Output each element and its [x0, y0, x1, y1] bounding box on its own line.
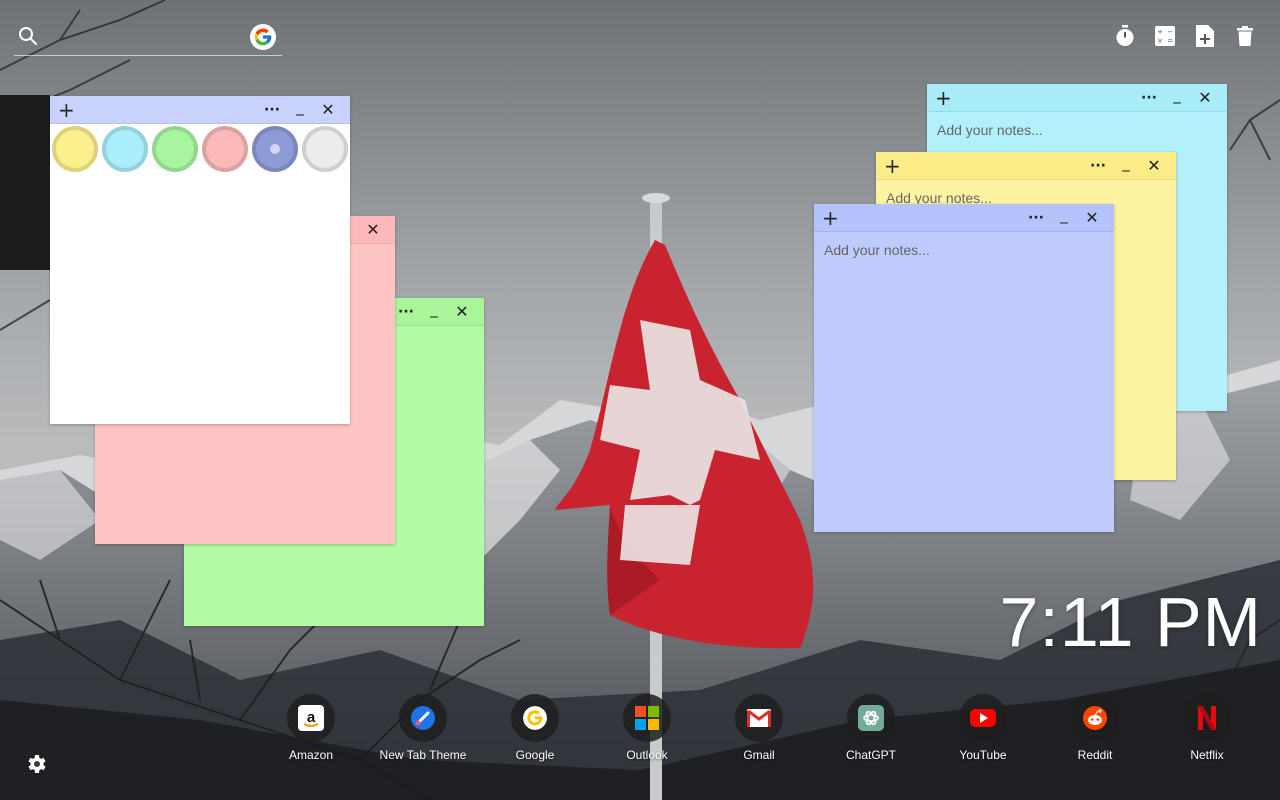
sticky-note-periwinkle[interactable]: + ··· _ ✕ Add your notes...: [814, 204, 1114, 532]
toolbar: + − × =: [1114, 24, 1256, 48]
note-close-button[interactable]: ✕: [1140, 156, 1168, 175]
outlook-icon: [623, 694, 671, 742]
add-note-button[interactable]: +: [935, 88, 955, 108]
note-menu-button[interactable]: ···: [258, 102, 286, 118]
add-note-button[interactable]: +: [884, 156, 904, 176]
note-minimize-button[interactable]: _: [1163, 86, 1191, 104]
note-close-button[interactable]: ✕: [314, 100, 342, 119]
chatgpt-icon: [847, 694, 895, 742]
shortcut-netflix[interactable]: Netflix: [1151, 694, 1263, 762]
youtube-icon: [959, 694, 1007, 742]
add-note-button[interactable]: +: [58, 100, 78, 120]
note-minimize-button[interactable]: _: [286, 98, 314, 116]
new-tab-theme-icon: [399, 694, 447, 742]
svg-text:+: +: [1157, 28, 1163, 36]
google-icon: [511, 694, 559, 742]
shortcut-label: Google: [515, 748, 555, 762]
svg-text:a: a: [307, 709, 316, 726]
shortcut-label: Outlook: [626, 748, 668, 762]
note-header: + ··· _ ✕: [927, 84, 1227, 112]
color-swatch-periwinkle[interactable]: [252, 126, 298, 172]
search-input[interactable]: [48, 24, 248, 50]
color-swatch-gray[interactable]: [302, 126, 348, 172]
trash-icon[interactable]: [1234, 24, 1256, 48]
add-note-button[interactable]: +: [822, 208, 842, 228]
search-bar: [14, 22, 282, 56]
selected-indicator: [270, 144, 280, 154]
reddit-icon: [1071, 694, 1119, 742]
note-minimize-button[interactable]: _: [420, 300, 448, 318]
shortcut-chatgpt[interactable]: ChatGPT: [815, 694, 927, 762]
shortcut-youtube[interactable]: YouTube: [927, 694, 1039, 762]
note-close-button[interactable]: ✕: [1078, 208, 1106, 227]
note-text-area[interactable]: Add your notes...: [927, 112, 1227, 148]
google-search-icon[interactable]: [250, 24, 276, 50]
shortcut-new-tab-theme[interactable]: New Tab Theme: [367, 694, 479, 762]
clock: 7:11 PM: [999, 583, 1262, 661]
shortcut-label: New Tab Theme: [379, 748, 467, 762]
sticky-note-color-picker[interactable]: + ··· _ ✕: [50, 96, 350, 424]
netflix-icon: [1183, 694, 1231, 742]
note-menu-button[interactable]: ···: [1135, 90, 1163, 106]
shortcut-label: Amazon: [288, 748, 334, 762]
shortcut-gmail[interactable]: Gmail: [703, 694, 815, 762]
shortcut-label: Netflix: [1190, 748, 1224, 762]
shortcut-label: ChatGPT: [845, 748, 896, 762]
note-menu-button[interactable]: ···: [1022, 210, 1050, 226]
color-swatch-yellow[interactable]: [52, 126, 98, 172]
note-header: + ··· _ ✕: [50, 96, 350, 124]
shortcut-dock: a Amazon New Tab Theme Google Outlook Gm…: [255, 694, 1265, 774]
note-close-button[interactable]: ✕: [359, 220, 387, 239]
note-close-button[interactable]: ✕: [1191, 88, 1219, 107]
note-menu-button[interactable]: ···: [1084, 158, 1112, 174]
add-note-icon[interactable]: [1194, 24, 1216, 48]
shortcut-reddit[interactable]: Reddit: [1039, 694, 1151, 762]
note-minimize-button[interactable]: _: [1112, 154, 1140, 172]
svg-text:=: =: [1167, 37, 1173, 45]
svg-text:×: ×: [1157, 37, 1163, 45]
shortcut-label: Gmail: [743, 748, 775, 762]
note-text-area[interactable]: Add your notes...: [814, 232, 1114, 268]
shortcut-label: YouTube: [959, 748, 1007, 762]
settings-gear-icon[interactable]: [24, 752, 48, 776]
note-header: + ··· _ ✕: [814, 204, 1114, 232]
note-header: + ··· _ ✕: [876, 152, 1176, 180]
search-icon[interactable]: [18, 26, 38, 46]
color-picker: [50, 124, 350, 174]
timer-icon[interactable]: [1114, 24, 1136, 48]
shortcut-label: Reddit: [1077, 748, 1113, 762]
note-menu-button[interactable]: ···: [392, 304, 420, 320]
svg-text:−: −: [1167, 28, 1173, 36]
note-close-button[interactable]: ✕: [448, 302, 476, 321]
shortcut-amazon[interactable]: a Amazon: [255, 694, 367, 762]
calculator-icon[interactable]: + − × =: [1154, 24, 1176, 48]
note-minimize-button[interactable]: _: [1050, 206, 1078, 224]
gmail-icon: [735, 694, 783, 742]
color-swatch-cyan[interactable]: [102, 126, 148, 172]
amazon-icon: a: [287, 694, 335, 742]
color-swatch-green[interactable]: [152, 126, 198, 172]
color-swatch-pink[interactable]: [202, 126, 248, 172]
shortcut-google[interactable]: Google: [479, 694, 591, 762]
shortcut-outlook[interactable]: Outlook: [591, 694, 703, 762]
